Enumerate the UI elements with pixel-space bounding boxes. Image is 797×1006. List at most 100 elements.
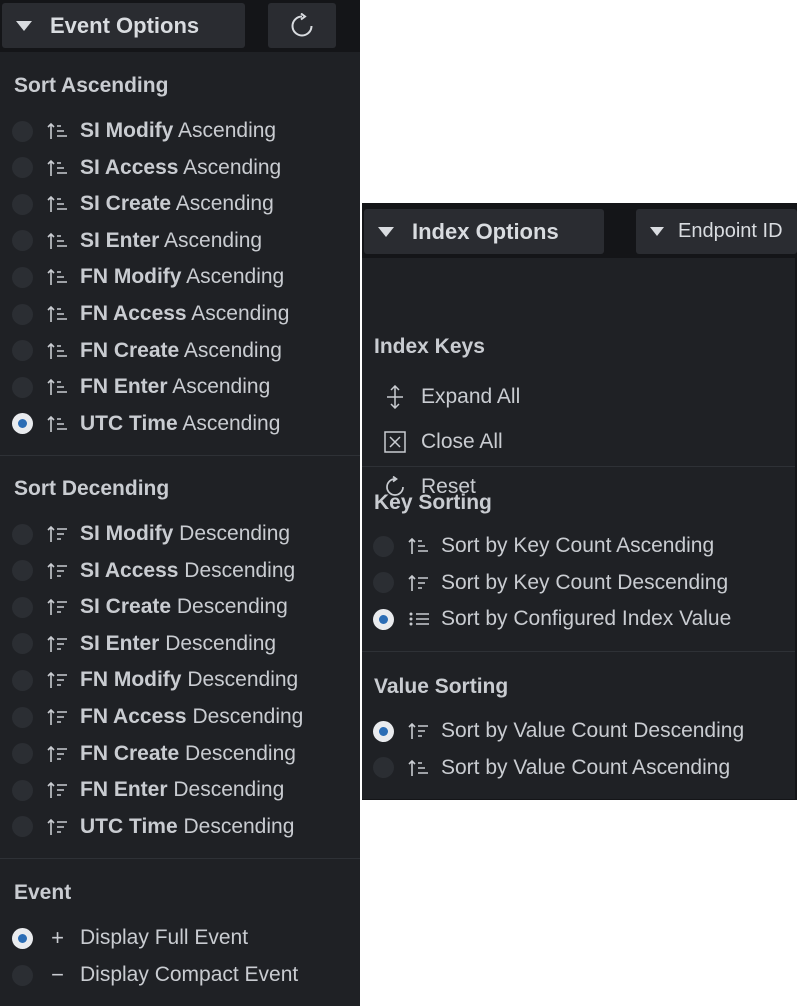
sort-option[interactable]: FN Modify Descending — [12, 665, 298, 695]
radio-button[interactable] — [12, 266, 33, 288]
sort-descending-icon — [45, 743, 70, 765]
radio-button[interactable] — [12, 230, 33, 252]
sort-field-name: FN Create — [80, 741, 180, 765]
radio-button[interactable] — [12, 523, 33, 545]
sort-ascending-icon — [45, 376, 70, 398]
sort-ascending-icon — [45, 340, 70, 362]
sort-field-name: FN Modify — [80, 668, 182, 692]
plus-icon: + — [51, 925, 64, 950]
sort-descending-icon — [45, 560, 70, 582]
sort-direction: Ascending — [173, 119, 277, 142]
radio-button[interactable] — [373, 757, 394, 778]
value-sorting-title: Value Sorting — [374, 675, 509, 698]
radio-button[interactable] — [12, 303, 33, 325]
sort-option[interactable]: SI Access Ascending — [12, 153, 281, 183]
sort-direction: Ascending — [159, 228, 263, 252]
sort-option-label: FN Enter Ascending — [80, 375, 270, 399]
sort-option[interactable]: FN Modify Ascending — [12, 262, 284, 292]
index-options-panel: Index Options Endpoint ID Index Keys Exp… — [362, 203, 797, 800]
sort-direction: Descending — [159, 631, 277, 655]
sort-option[interactable]: FN Enter Descending — [12, 775, 284, 805]
sort-option[interactable]: FN Create Descending — [12, 739, 296, 769]
radio-button[interactable] — [12, 193, 33, 215]
sort-direction: Descending — [171, 595, 288, 619]
radio-button[interactable] — [12, 120, 33, 142]
sort-ascending-icon — [45, 120, 70, 142]
sorting-option[interactable]: Sort by Key Count Descending — [373, 568, 728, 598]
sort-option-label: SI Create Descending — [80, 595, 288, 619]
index-options-body: Index Keys Expand All Close All Reset Key … — [362, 258, 795, 799]
radio-selected[interactable] — [373, 608, 394, 630]
radio-button[interactable] — [12, 633, 33, 655]
sort-field-name: SI Modify — [80, 522, 174, 545]
sorting-option[interactable]: Sort by Value Count Descending — [373, 716, 744, 746]
sort-option[interactable]: SI Modify Ascending — [12, 116, 276, 146]
expand-icon — [382, 385, 407, 409]
sorting-option[interactable]: Sort by Value Count Ascending — [373, 753, 730, 783]
sorting-option[interactable]: Sort by Key Count Ascending — [373, 531, 714, 561]
sort-option[interactable]: UTC Time Descending — [12, 812, 294, 842]
expand-all-button[interactable]: Expand All — [382, 382, 520, 412]
sorting-option-label: Sort by Configured Index Value — [441, 607, 732, 630]
sort-option-label: UTC Time Ascending — [80, 412, 280, 436]
display-compact-event-option[interactable]: − Display Compact Event — [12, 960, 298, 990]
radio-selected[interactable] — [12, 927, 33, 949]
event-option-label: Display Full Event — [80, 926, 249, 949]
divider — [0, 858, 360, 859]
sort-ascending-icon — [45, 157, 70, 179]
event-section-title: Event — [14, 881, 72, 904]
sort-ascending-icon — [45, 413, 70, 435]
radio-selected[interactable] — [373, 720, 394, 742]
sort-descending-icon — [406, 720, 431, 742]
sort-descending-icon — [45, 816, 70, 838]
radio-button[interactable] — [373, 535, 394, 557]
sort-option-label: FN Modify Ascending — [80, 265, 284, 289]
sort-option[interactable]: FN Enter Ascending — [12, 372, 270, 402]
radio-button[interactable] — [12, 743, 33, 765]
sort-option[interactable]: SI Create Descending — [12, 592, 288, 622]
radio-button[interactable] — [12, 669, 33, 691]
radio-button[interactable] — [12, 157, 33, 179]
sort-option[interactable]: SI Access Descending — [12, 556, 295, 586]
endpoint-dropdown[interactable]: Endpoint ID — [636, 209, 797, 254]
sort-option[interactable]: SI Enter Descending — [12, 629, 276, 659]
event-options-panel: Event Options Sort Ascending SI Modify A… — [0, 0, 360, 1006]
radio-button[interactable] — [12, 964, 33, 986]
event-option-label: Display Compact Event — [80, 963, 299, 986]
sorting-option-label: Sort by Value Count Ascending — [441, 755, 731, 779]
sort-option[interactable]: SI Enter Ascending — [12, 226, 262, 256]
refresh-button[interactable] — [268, 3, 336, 48]
refresh-icon — [291, 12, 313, 36]
sort-option-label: SI Access Descending — [80, 559, 295, 583]
sort-option[interactable]: FN Access Ascending — [12, 299, 289, 329]
caret-down-icon — [650, 227, 664, 236]
radio-selected[interactable] — [12, 413, 33, 435]
radio-button[interactable] — [12, 706, 33, 728]
sort-descending-icon — [45, 779, 70, 801]
radio-button[interactable] — [12, 779, 33, 801]
sort-field-name: UTC Time — [80, 411, 178, 435]
display-full-event-option[interactable]: + Display Full Event — [12, 923, 248, 953]
sort-direction: Descending — [173, 522, 291, 545]
sort-option[interactable]: FN Create Ascending — [12, 336, 282, 366]
sort-ascending-icon — [45, 303, 70, 325]
radio-button[interactable] — [12, 340, 33, 362]
radio-button[interactable] — [12, 560, 33, 582]
sorting-option[interactable]: Sort by Configured Index Value — [373, 604, 731, 634]
radio-button[interactable] — [12, 376, 33, 398]
index-keys-title: Index Keys — [374, 335, 485, 358]
radio-button[interactable] — [12, 596, 33, 618]
sort-option[interactable]: UTC Time Ascending — [12, 409, 280, 439]
sort-option[interactable]: SI Create Ascending — [12, 189, 274, 219]
event-options-toggle[interactable]: Event Options — [2, 3, 245, 48]
sort-option[interactable]: SI Modify Descending — [12, 519, 290, 549]
sort-option-label: FN Modify Descending — [80, 668, 298, 692]
event-options-header: Event Options — [0, 0, 360, 52]
radio-button[interactable] — [12, 816, 33, 838]
sort-option[interactable]: FN Access Descending — [12, 702, 303, 732]
sort-field-name: FN Enter — [80, 778, 168, 802]
sort-field-name: SI Enter — [80, 228, 160, 252]
index-options-toggle[interactable]: Index Options — [364, 209, 604, 254]
close-all-button[interactable]: Close All — [382, 427, 503, 457]
radio-button[interactable] — [373, 572, 394, 593]
